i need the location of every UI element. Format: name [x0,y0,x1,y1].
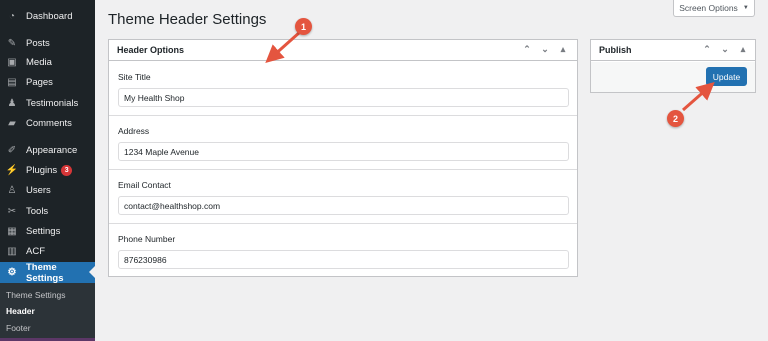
header-options-postbox: Header Options ⌃ ⌄ ▴ Site Title Address … [108,39,578,277]
person-icon: ♟ [7,97,17,109]
annotation-marker-2: 2 [667,110,684,127]
page-title: Theme Header Settings [108,11,267,28]
annotation-marker-1: 1 [295,18,312,35]
field-phone-number: Phone Number [109,224,577,276]
sidebar-item-label: Tools [26,205,49,217]
postbox-title: Publish [599,45,632,55]
publish-postbox: Publish ⌃ ⌄ ▴ Update [590,39,756,93]
pin-icon: ✎ [7,37,17,49]
sidebar-item-dashboard[interactable]: ◔ Dashboard [0,6,95,26]
field-address: Address [109,116,577,170]
brush-icon: ✐ [7,144,17,156]
phone-number-input[interactable] [118,250,569,269]
comment-icon: ▰ [8,117,16,129]
publish-actions: Update [591,62,755,92]
field-site-title: Site Title [109,62,577,116]
field-label: Email Contact [118,180,171,190]
site-title-input[interactable] [118,88,569,107]
acf-icon: ▥ [7,245,17,257]
sidebar-item-label: Appearance [26,144,78,156]
move-down-icon[interactable]: ⌄ [539,44,551,55]
field-email-contact: Email Contact [109,170,577,224]
toggle-panel-icon[interactable]: ▴ [557,44,569,55]
field-label: Address [118,126,150,136]
sidebar-item-theme-settings[interactable]: ⚙ Theme Settings [0,261,95,284]
sidebar-item-label: ACF [26,245,45,257]
sidebar-item-pages[interactable]: ▤ Pages [0,72,95,92]
admin-sidebar: ◔ Dashboard ✎ Posts ▣ Media ▤ Pages ♟ Te… [0,0,95,341]
sidebar-item-users[interactable]: ♙ Users [0,180,95,200]
caret-down-icon: ▼ [742,4,749,11]
sidebar-item-settings[interactable]: ▦ Settings [0,221,95,241]
sidebar-item-acf[interactable]: ▥ ACF [0,241,95,261]
address-input[interactable] [118,142,569,161]
submenu-item-theme-settings[interactable]: Theme Settings [6,290,66,300]
postbox-handle-actions: ⌃ ⌄ ▴ [521,44,569,55]
sidebar-item-label: Users [26,184,51,196]
pages-icon: ▤ [7,76,17,88]
wrench-icon: ✂ [7,205,17,217]
postbox-handle-actions: ⌃ ⌄ ▴ [701,44,749,55]
sidebar-item-label: Comments [26,117,72,129]
toggle-panel-icon[interactable]: ▴ [737,44,749,55]
screen-options-label: Screen Options [679,2,738,13]
sidebar-item-posts[interactable]: ✎ Posts [0,33,95,53]
sidebar-item-label: Plugins [26,164,58,176]
plug-icon: ⚡ [5,164,19,176]
move-down-icon[interactable]: ⌄ [719,44,731,55]
submenu-item-header[interactable]: Header [6,306,35,316]
sidebar-item-label: Pages [26,76,53,88]
plugins-update-badge: 3 [61,164,73,176]
postbox-header: Header Options ⌃ ⌄ ▴ [109,40,577,61]
email-contact-input[interactable] [118,196,569,215]
sidebar-item-plugins[interactable]: ⚡ Plugins 3 [0,160,95,180]
submenu-item-footer[interactable]: Footer [6,323,31,333]
theme-settings-submenu: Theme Settings Header Footer [0,283,95,341]
move-up-icon[interactable]: ⌃ [701,44,713,55]
sidebar-item-label: Settings [26,225,61,237]
gear-icon: ⚙ [7,267,17,278]
sidebar-item-label: Dashboard [26,10,73,22]
sidebar-item-label: Testimonials [26,97,79,109]
users-icon: ♙ [7,184,17,196]
sidebar-item-media[interactable]: ▣ Media [0,52,95,72]
sidebar-item-tools[interactable]: ✂ Tools [0,201,95,221]
move-up-icon[interactable]: ⌃ [521,44,533,55]
media-icon: ▣ [7,56,17,68]
postbox-title: Header Options [117,45,185,55]
dashboard-icon: ◔ [8,10,16,22]
sidebar-item-comments[interactable]: ▰ Comments [0,113,95,133]
settings-icon: ▦ [7,225,17,237]
screen-options-button[interactable]: Screen Options ▼ [673,0,755,17]
sidebar-item-label: Media [26,56,52,68]
sidebar-item-appearance[interactable]: ✐ Appearance [0,140,95,160]
sidebar-item-testimonials[interactable]: ♟ Testimonials [0,93,95,113]
postbox-header: Publish ⌃ ⌄ ▴ [591,40,755,61]
sidebar-item-label: Theme Settings [26,261,64,284]
update-button[interactable]: Update [706,67,747,86]
sidebar-item-label: Posts [26,37,50,49]
field-label: Phone Number [118,234,176,244]
field-label: Site Title [118,72,151,82]
